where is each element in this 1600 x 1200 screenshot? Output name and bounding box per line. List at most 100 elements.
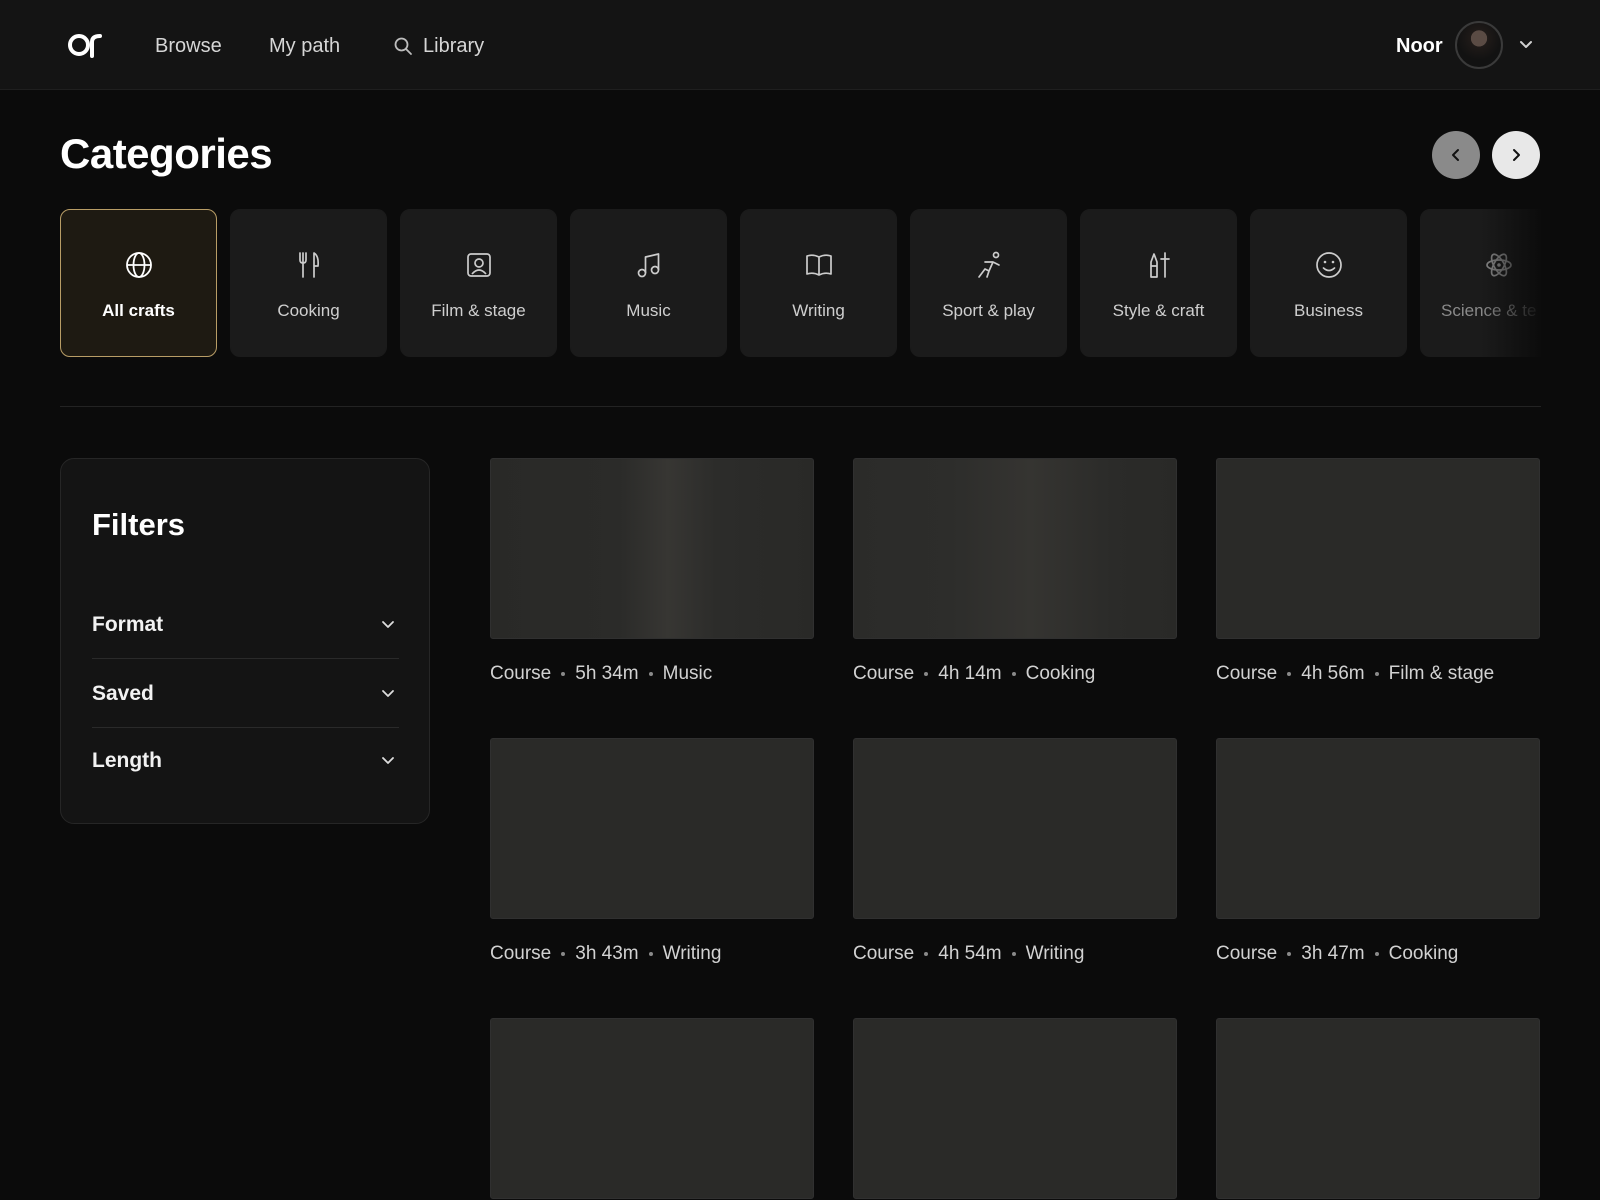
category-label: All crafts: [102, 301, 175, 320]
separator-dot: [1374, 952, 1379, 956]
course-meta: Course 4h 54m Writing: [853, 943, 1177, 965]
chevron-right-icon: [1513, 149, 1520, 161]
avatar[interactable]: [1455, 21, 1503, 69]
nav-library-link[interactable]: Library: [423, 34, 484, 58]
separator-dot: [924, 672, 929, 676]
chevron-down-icon: [379, 684, 397, 702]
separator-dot: [1011, 952, 1016, 956]
course-thumbnail[interactable]: [1216, 738, 1540, 919]
course-card[interactable]: Course 4h 14m Cooking: [853, 458, 1177, 685]
course-duration: 5h 34m: [575, 663, 639, 684]
open-book-icon: [804, 250, 834, 280]
separator-dot: [561, 672, 566, 676]
category-label: Music: [626, 301, 671, 320]
separator-dot: [1374, 672, 1379, 676]
brand-logo[interactable]: [68, 27, 104, 63]
category-science-tech[interactable]: Science & te: [1420, 209, 1541, 357]
category-cooking[interactable]: Cooking: [230, 209, 387, 357]
course-meta: Course 4h 56m Film & stage: [1216, 663, 1540, 685]
chevron-left-icon: [1452, 149, 1459, 161]
separator-dot: [1287, 672, 1292, 676]
course-meta: Course 5h 34m Music: [490, 663, 814, 685]
category-label: Film & stage: [431, 301, 526, 320]
portrait-frame-icon: [464, 250, 494, 280]
category-all-crafts[interactable]: All crafts: [60, 209, 217, 357]
category-label: Science & te: [1441, 301, 1537, 320]
filter-label: Format: [92, 613, 164, 636]
course-category: Film & stage: [1388, 663, 1495, 684]
category-writing[interactable]: Writing: [740, 209, 897, 357]
category-label: Writing: [792, 301, 845, 320]
course-card[interactable]: [1216, 1018, 1540, 1199]
course-category: Writing: [1025, 943, 1085, 964]
nav-my-path-link[interactable]: My path: [269, 34, 340, 58]
separator-dot: [561, 952, 566, 956]
course-card[interactable]: Course 4h 54m Writing: [853, 738, 1177, 965]
category-carousel: All crafts Cooking Film & stage Music Wr…: [60, 209, 1541, 357]
filter-format[interactable]: Format: [92, 591, 399, 659]
section-divider: [60, 406, 1541, 407]
course-thumbnail[interactable]: [1216, 1018, 1540, 1199]
course-category: Cooking: [1025, 663, 1096, 684]
running-figure-icon: [974, 250, 1004, 280]
filter-label: Length: [92, 749, 162, 772]
course-type: Course: [1216, 943, 1278, 964]
course-thumbnail[interactable]: [853, 738, 1177, 919]
course-card[interactable]: Course 5h 34m Music: [490, 458, 814, 685]
course-card[interactable]: Course 4h 56m Film & stage: [1216, 458, 1540, 685]
smiley-icon: [1314, 250, 1344, 280]
course-category: Writing: [662, 943, 722, 964]
category-label: Business: [1294, 301, 1363, 320]
search-icon[interactable]: [393, 36, 413, 56]
separator-dot: [1011, 672, 1016, 676]
filter-length[interactable]: Length: [92, 727, 399, 795]
course-type: Course: [490, 943, 552, 964]
page-title: Categories: [60, 130, 273, 177]
top-nav-bar: Browse My path Library Noor: [0, 0, 1600, 90]
course-type: Course: [853, 663, 915, 684]
course-type: Course: [1216, 663, 1278, 684]
chevron-down-icon[interactable]: [1516, 34, 1536, 54]
course-meta: Course 4h 14m Cooking: [853, 663, 1177, 685]
filter-label: Saved: [92, 682, 154, 705]
course-duration: 4h 54m: [938, 943, 1002, 964]
course-meta: Course 3h 47m Cooking: [1216, 943, 1540, 965]
music-note-icon: [634, 250, 664, 280]
course-duration: 4h 56m: [1301, 663, 1365, 684]
course-duration: 3h 47m: [1301, 943, 1365, 964]
category-label: Sport & play: [942, 301, 1035, 320]
course-card[interactable]: [853, 1018, 1177, 1199]
course-thumbnail[interactable]: [490, 1018, 814, 1199]
course-thumbnail[interactable]: [853, 1018, 1177, 1199]
category-film-stage[interactable]: Film & stage: [400, 209, 557, 357]
chevron-down-icon: [379, 615, 397, 633]
category-label: Style & craft: [1112, 301, 1205, 320]
course-card[interactable]: Course 3h 43m Writing: [490, 738, 814, 965]
course-card[interactable]: [490, 1018, 814, 1199]
category-music[interactable]: Music: [570, 209, 727, 357]
course-type: Course: [853, 943, 915, 964]
filter-saved[interactable]: Saved: [92, 660, 399, 728]
course-type: Course: [490, 663, 552, 684]
course-thumbnail[interactable]: [1216, 458, 1540, 639]
globe-icon: [124, 250, 154, 280]
course-thumbnail[interactable]: [490, 738, 814, 919]
course-duration: 3h 43m: [575, 943, 639, 964]
filters-panel: Filters Format Saved Length: [60, 458, 430, 824]
carousel-prev-button[interactable]: [1432, 131, 1480, 179]
course-category: Music: [662, 663, 713, 684]
course-thumbnail[interactable]: [853, 458, 1177, 639]
category-sport-play[interactable]: Sport & play: [910, 209, 1067, 357]
category-style-craft[interactable]: Style & craft: [1080, 209, 1237, 357]
course-card[interactable]: Course 3h 47m Cooking: [1216, 738, 1540, 965]
fork-knife-icon: [294, 250, 324, 280]
course-duration: 4h 14m: [938, 663, 1002, 684]
tools-icon: [1144, 250, 1174, 280]
separator-dot: [924, 952, 929, 956]
user-name[interactable]: Noor: [1396, 34, 1443, 58]
category-business[interactable]: Business: [1250, 209, 1407, 357]
nav-browse-link[interactable]: Browse: [155, 34, 222, 58]
course-thumbnail[interactable]: [490, 458, 814, 639]
chevron-down-icon: [379, 751, 397, 769]
carousel-next-button[interactable]: [1492, 131, 1540, 179]
